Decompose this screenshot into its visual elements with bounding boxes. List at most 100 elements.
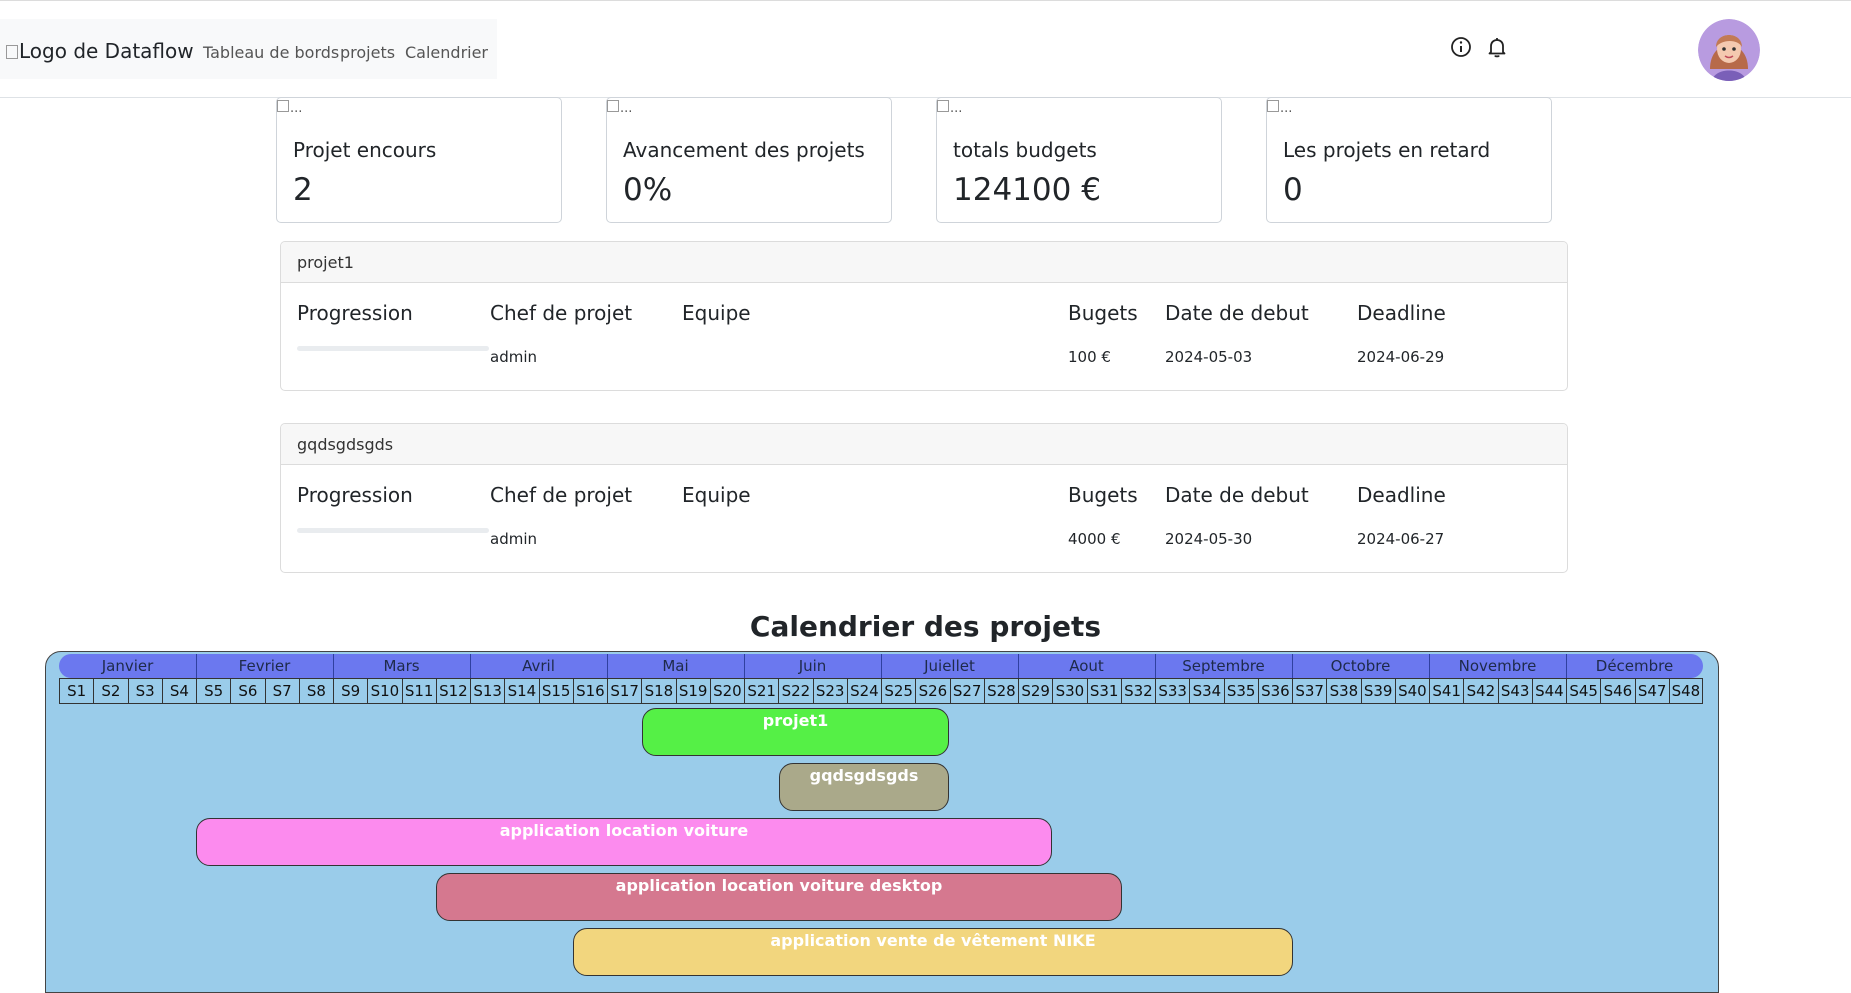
calendar-week: S21 <box>744 679 778 703</box>
nav-link-projects[interactable]: projets <box>340 43 395 62</box>
broken-image-icon <box>277 100 289 112</box>
calendar-week: S13 <box>470 679 504 703</box>
top-navbar: Logo de Dataflow Tableau de bords projet… <box>0 1 1851 98</box>
month-divider <box>1292 654 1293 678</box>
project-deadline: 2024-06-27 <box>1357 530 1445 548</box>
progress-bar <box>297 346 489 351</box>
calendar-week: S18 <box>641 679 675 703</box>
project-name[interactable]: projet1 <box>297 253 354 272</box>
stat-card-budget: ... totals budgets 124100 € <box>936 97 1222 223</box>
calendar-month: Mai <box>662 657 689 675</box>
calendar-month: Fevrier <box>238 657 291 675</box>
project-panel-header: projet1 <box>281 242 1567 283</box>
card-image: ... <box>277 100 302 116</box>
col-header-debut: Date de debut <box>1165 301 1309 325</box>
calendar-week: S5 <box>196 679 230 703</box>
card-image-alt: ... <box>1280 101 1293 116</box>
calendar-week: S31 <box>1086 679 1121 703</box>
month-divider <box>1155 654 1156 678</box>
calendar-week: S48 <box>1668 679 1703 703</box>
stat-card-progress: ... Avancement des projets 0% <box>606 97 892 223</box>
calendar-week: S42 <box>1463 679 1497 703</box>
stat-value: 2 <box>293 172 313 208</box>
month-divider <box>196 654 197 678</box>
calendar-week: S45 <box>1566 679 1600 703</box>
month-divider <box>470 654 471 678</box>
calendar-week: S39 <box>1360 679 1395 703</box>
project-chef: admin <box>490 530 537 548</box>
card-image-alt: ... <box>290 101 303 116</box>
stat-title: Les projets en retard <box>1283 138 1491 162</box>
calendar-week: S37 <box>1292 679 1326 703</box>
col-header-equipe: Equipe <box>682 301 751 325</box>
broken-image-icon <box>6 45 18 59</box>
project-panel: projet1 Progression Chef de projet Equip… <box>280 241 1568 391</box>
calendar-week: S16 <box>572 679 607 703</box>
calendar-week: S38 <box>1326 679 1360 703</box>
project-budget: 4000 € <box>1068 530 1121 548</box>
calendar-month: Aout <box>1069 657 1104 675</box>
calendar-project-bar[interactable]: gqdsgdsgds <box>779 763 949 811</box>
calendar-week: S32 <box>1120 679 1155 703</box>
calendar-months-row: Janvier Fevrier Mars Avril Mai Juin Juiellet Ao… <box>59 654 1703 678</box>
calendar-project-bar[interactable]: application location voiture <box>196 818 1052 866</box>
calendar-week: S23 <box>812 679 847 703</box>
month-divider <box>1429 654 1430 678</box>
card-image: ... <box>937 100 962 116</box>
nav-link-dashboard[interactable]: Tableau de bords <box>203 43 339 62</box>
month-divider <box>744 654 745 678</box>
stat-title: Projet encours <box>293 138 437 162</box>
col-header-progression: Progression <box>297 483 413 507</box>
nav-link-calendar[interactable]: Calendrier <box>405 43 488 62</box>
calendar-week: S19 <box>675 679 710 703</box>
calendar-project-bar[interactable]: application vente de vêtement NIKE <box>573 928 1293 976</box>
calendar-week: S47 <box>1634 679 1669 703</box>
stat-card-projects-ongoing: ... Projet encours 2 <box>276 97 562 223</box>
stat-title: totals budgets <box>953 138 1097 162</box>
calendar-project-bar[interactable]: projet1 <box>642 708 949 756</box>
calendar-week: S26 <box>915 679 949 703</box>
calendar-month: Octobre <box>1330 657 1391 675</box>
calendar-week: S25 <box>881 679 915 703</box>
calendar-week: S44 <box>1531 679 1566 703</box>
col-header-progression: Progression <box>297 301 413 325</box>
calendar-week: S4 <box>161 679 196 703</box>
project-chef: admin <box>490 348 537 366</box>
project-calendar: Janvier Fevrier Mars Avril Mai Juin Juiellet Ao… <box>45 651 1719 993</box>
bell-icon[interactable] <box>1485 35 1509 59</box>
calendar-week: S8 <box>298 679 333 703</box>
calendar-week: S15 <box>538 679 573 703</box>
user-avatar[interactable] <box>1698 19 1760 81</box>
project-panel: gqdsgdsgds Progression Chef de projet Eq… <box>280 423 1568 573</box>
calendar-week: S7 <box>264 679 299 703</box>
calendar-week: S11 <box>401 679 436 703</box>
info-icon[interactable] <box>1449 35 1473 59</box>
calendar-month: Juin <box>798 657 827 675</box>
card-image-alt: ... <box>620 101 633 116</box>
progress-bar <box>297 528 489 533</box>
calendar-project-bar[interactable]: application location voiture desktop <box>436 873 1122 921</box>
calendar-week: S20 <box>709 679 744 703</box>
calendar-week: S22 <box>778 679 812 703</box>
calendar-month: Juiellet <box>924 657 975 675</box>
calendar-week: S29 <box>1018 679 1052 703</box>
project-deadline: 2024-06-29 <box>1357 348 1445 366</box>
calendar-week: S1 <box>59 679 93 703</box>
calendar-month: Septembre <box>1182 657 1265 675</box>
logo[interactable]: Logo de Dataflow <box>6 39 194 63</box>
project-start-date: 2024-05-30 <box>1165 530 1253 548</box>
calendar-week: S33 <box>1155 679 1189 703</box>
project-budget: 100 € <box>1068 348 1111 366</box>
broken-image-icon <box>937 100 949 112</box>
col-header-debut: Date de debut <box>1165 483 1309 507</box>
calendar-week: S46 <box>1600 679 1634 703</box>
calendar-week: S43 <box>1497 679 1532 703</box>
calendar-week: S41 <box>1429 679 1463 703</box>
stat-value: 0% <box>623 172 673 208</box>
calendar-week: S40 <box>1394 679 1429 703</box>
calendar-week: S3 <box>127 679 162 703</box>
calendar-month: Janvier <box>101 657 154 675</box>
col-header-budgets: Bugets <box>1068 483 1138 507</box>
project-name[interactable]: gqdsgdsgds <box>297 435 393 454</box>
calendar-month: Décembre <box>1595 657 1674 675</box>
